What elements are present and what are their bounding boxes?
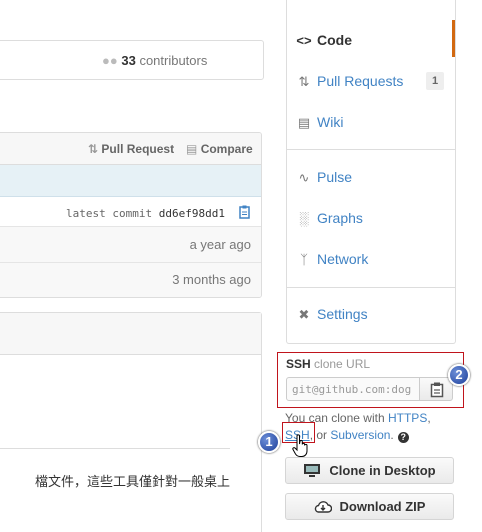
nav-divider bbox=[287, 287, 455, 288]
pulse-icon: ∿ bbox=[298, 170, 310, 185]
annotation-box-clone-url bbox=[277, 352, 464, 408]
file-age: a year ago bbox=[189, 237, 251, 252]
file-age: 3 months ago bbox=[172, 272, 251, 287]
readme-box bbox=[0, 312, 262, 532]
compare-link[interactable]: ▤ Compare bbox=[186, 142, 253, 156]
sidebar-item-network[interactable]: ᛉ Network bbox=[296, 251, 368, 267]
pull-request-link[interactable]: ⇅ Pull Request bbox=[88, 142, 174, 156]
compare-icon: ▤ bbox=[186, 142, 198, 156]
commit-sha[interactable]: dd6ef98dd1 bbox=[159, 207, 225, 220]
https-link[interactable]: HTTPS bbox=[388, 411, 427, 425]
readme-divider bbox=[0, 448, 230, 449]
branch-icon: ᛉ bbox=[300, 252, 308, 267]
contributors-link[interactable]: ●● 33 contributors bbox=[102, 53, 207, 68]
cloud-download-icon bbox=[314, 497, 332, 522]
graph-icon: ░ bbox=[299, 211, 309, 226]
sidebar-item-pull-requests[interactable]: ⇅ Pull Requests bbox=[296, 73, 404, 90]
download-zip-button[interactable]: Download ZIP bbox=[285, 493, 454, 520]
pull-request-icon: ⇅ bbox=[298, 74, 310, 89]
sidebar-item-settings[interactable]: ✖ Settings bbox=[296, 306, 368, 323]
clipboard-icon[interactable] bbox=[238, 205, 252, 219]
sidebar-item-graphs[interactable]: ░ Graphs bbox=[296, 210, 363, 226]
book-icon: ▤ bbox=[297, 115, 311, 130]
pull-request-label: Pull Request bbox=[101, 142, 175, 156]
code-icon: <> bbox=[296, 33, 312, 48]
annotation-badge-1: 1 bbox=[258, 431, 280, 453]
commit-tease bbox=[0, 165, 261, 197]
sidebar-item-pulse[interactable]: ∿ Pulse bbox=[296, 169, 352, 186]
latest-commit: latest commit dd6ef98dd1 bbox=[66, 207, 225, 220]
pull-request-count: 1 bbox=[426, 72, 444, 90]
readme-header bbox=[0, 313, 261, 355]
contributors-count: 33 bbox=[121, 53, 136, 68]
people-icon: ●● bbox=[102, 53, 118, 68]
pull-request-icon: ⇅ bbox=[88, 142, 99, 156]
clone-in-desktop-button[interactable]: Clone in Desktop bbox=[285, 457, 454, 484]
annotation-badge-2: 2 bbox=[448, 364, 470, 386]
monitor-icon bbox=[303, 461, 321, 486]
readme-text: 檔文件，這些工具僅針對一般桌上 bbox=[34, 475, 230, 490]
sidebar-item-code[interactable]: <> Code bbox=[296, 32, 352, 48]
hand-cursor-icon bbox=[292, 434, 308, 457]
contributors-label: contributors bbox=[139, 53, 208, 68]
latest-commit-label: latest commit bbox=[66, 207, 153, 220]
compare-label: Compare bbox=[200, 142, 253, 156]
subversion-link[interactable]: Subversion bbox=[330, 428, 390, 442]
help-icon[interactable]: ? bbox=[397, 432, 409, 443]
nav-divider bbox=[287, 149, 455, 150]
sidebar-item-wiki[interactable]: ▤ Wiki bbox=[296, 114, 344, 131]
tools-icon: ✖ bbox=[298, 307, 310, 322]
selected-indicator bbox=[452, 20, 455, 57]
